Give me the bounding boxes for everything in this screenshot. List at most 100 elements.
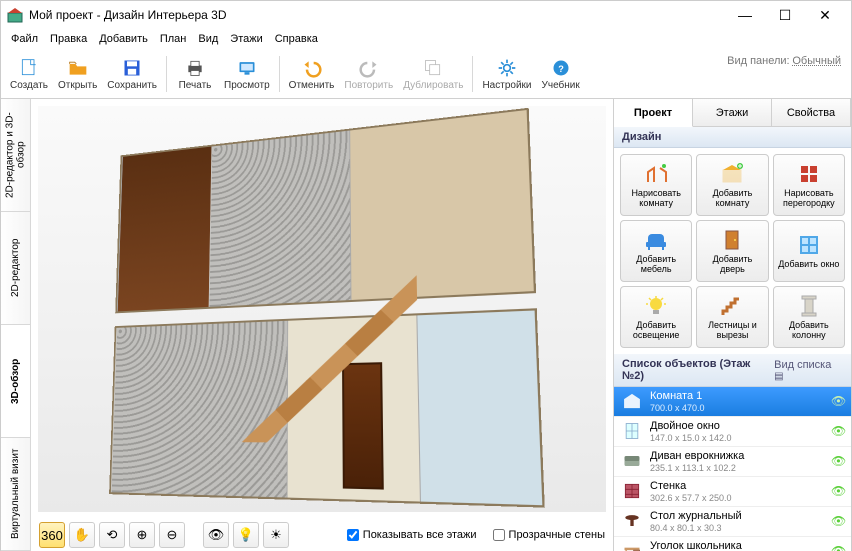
3d-canvas[interactable] xyxy=(37,105,607,513)
design-stairs-button[interactable]: Лестницы и вырезы xyxy=(696,286,768,348)
object-item-2[interactable]: Диван еврокнижка235.1 x 113.1 x 102.2 👁 xyxy=(614,447,851,477)
toolbar-create-button[interactable]: Создать xyxy=(5,52,53,96)
toolbar-help-button[interactable]: ?Учебник xyxy=(537,52,585,96)
toolbar-preview-button[interactable]: Просмотр xyxy=(219,52,275,96)
open-icon xyxy=(66,57,90,79)
object-list: Комната 1700.0 x 470.0 👁 Двойное окно147… xyxy=(614,387,851,551)
design-partition-button[interactable]: Нарисовать перегородку xyxy=(773,154,845,216)
view-panel-selector[interactable]: Вид панели: Обычный xyxy=(727,55,841,67)
view-tool-rot[interactable]: ⟲ xyxy=(99,522,125,548)
object-item-0[interactable]: Комната 1700.0 x 470.0 👁 xyxy=(614,387,851,417)
checkbox-transp[interactable]: Прозрачные стены xyxy=(493,529,605,541)
object-item-3[interactable]: Стенка302.6 x 57.7 x 250.0 👁 xyxy=(614,477,851,507)
view-tool-bulb[interactable]: 💡 xyxy=(233,522,259,548)
view-tool-sun[interactable]: ☀ xyxy=(263,522,289,548)
toolbar-undo-button[interactable]: Отменить xyxy=(284,52,340,96)
right-tabs: ПроектЭтажиСвойства xyxy=(614,99,851,127)
view-tool-eye[interactable]: 👁 xyxy=(203,522,229,548)
view-tool-pan[interactable]: ✋ xyxy=(69,522,95,548)
object-item-1[interactable]: Двойное окно147.0 x 15.0 x 142.0 👁 xyxy=(614,417,851,447)
design-section-header: Дизайн xyxy=(614,127,851,148)
titlebar: Мой проект - Дизайн Интерьера 3D — ☐ ✕ xyxy=(1,1,851,29)
furniture-icon xyxy=(642,227,670,253)
add-room-icon xyxy=(718,161,746,187)
menu-Справка[interactable]: Справка xyxy=(269,31,324,47)
design-draw-room-button[interactable]: Нарисовать комнату xyxy=(620,154,692,216)
maximize-button[interactable]: ☐ xyxy=(765,3,805,27)
light-icon xyxy=(642,293,670,319)
design-column-button[interactable]: Добавить колонну xyxy=(773,286,845,348)
menu-План[interactable]: План xyxy=(154,31,193,47)
draw-room-icon xyxy=(642,161,670,187)
design-window-button[interactable]: Добавить окно xyxy=(773,220,845,282)
window-icon xyxy=(795,232,823,258)
side-tab-2[interactable]: 2D-редактор xyxy=(1,212,30,325)
wall-unit-icon xyxy=(620,480,644,502)
partition-icon xyxy=(795,161,823,187)
table-icon xyxy=(620,510,644,532)
save-icon xyxy=(120,57,144,79)
app-icon xyxy=(7,7,23,23)
settings-icon xyxy=(495,57,519,79)
right-tab-1[interactable]: Этажи xyxy=(693,99,772,126)
print-icon xyxy=(183,57,207,79)
checkbox-allfloors[interactable]: Показывать все этажи xyxy=(347,529,477,541)
dup-icon xyxy=(421,57,445,79)
menu-Добавить[interactable]: Добавить xyxy=(93,31,154,47)
toolbar-settings-button[interactable]: Настройки xyxy=(477,52,536,96)
design-tools-grid: Нарисовать комнатуДобавить комнатуНарисо… xyxy=(614,148,851,354)
visibility-icon[interactable]: 👁 xyxy=(831,514,845,528)
menu-Вид[interactable]: Вид xyxy=(192,31,224,47)
side-tab-3[interactable]: 2D-редактор и 3D-обзор xyxy=(1,99,30,212)
objects-section-header: Список объектов (Этаж №2) Вид списка ▤ xyxy=(614,354,851,387)
object-item-4[interactable]: Стол журнальный80.4 x 80.1 x 30.3 👁 xyxy=(614,507,851,537)
visibility-icon[interactable]: 👁 xyxy=(831,394,845,408)
view-tool-zout[interactable]: ⊖ xyxy=(159,522,185,548)
design-furniture-button[interactable]: Добавить мебель xyxy=(620,220,692,282)
right-tab-2[interactable]: Свойства xyxy=(772,99,851,126)
design-light-button[interactable]: Добавить освещение xyxy=(620,286,692,348)
design-door-button[interactable]: Добавить дверь xyxy=(696,220,768,282)
toolbar-dup-button: Дублировать xyxy=(398,52,468,96)
preview-icon xyxy=(235,57,259,79)
menu-Файл[interactable]: Файл xyxy=(5,31,44,47)
close-button[interactable]: ✕ xyxy=(805,3,845,27)
menu-Этажи[interactable]: Этажи xyxy=(224,31,268,47)
minimize-button[interactable]: — xyxy=(725,3,765,27)
toolbar-redo-button: Повторить xyxy=(339,52,398,96)
visibility-icon[interactable]: 👁 xyxy=(831,424,845,438)
side-tab-1[interactable]: 3D-обзор xyxy=(1,325,30,438)
side-tabs: 2D-редактор и 3D-обзор2D-редактор3D-обзо… xyxy=(1,99,31,551)
viewport-toolbar: 360✋⟲⊕⊖ 👁💡☀ Показывать все этажи Прозрачные… xyxy=(31,519,613,551)
desk-icon xyxy=(620,540,644,551)
room-icon xyxy=(620,390,644,412)
redo-icon xyxy=(357,57,381,79)
visibility-icon[interactable]: 👁 xyxy=(831,544,845,551)
sofa-icon xyxy=(620,450,644,472)
undo-icon xyxy=(300,57,324,79)
svg-text:?: ? xyxy=(558,64,564,74)
side-tab-0[interactable]: Виртуальный визит xyxy=(1,438,30,551)
column-icon xyxy=(795,293,823,319)
view-tool-360[interactable]: 360 xyxy=(39,522,65,548)
list-view-toggle[interactable]: Вид списка ▤ xyxy=(774,359,843,382)
toolbar-open-button[interactable]: Открыть xyxy=(53,52,102,96)
menubar: ФайлПравкаДобавитьПланВидЭтажиСправка xyxy=(1,29,851,49)
window-icon xyxy=(620,420,644,442)
menu-Правка[interactable]: Правка xyxy=(44,31,93,47)
view-tool-zin[interactable]: ⊕ xyxy=(129,522,155,548)
window-title: Мой проект - Дизайн Интерьера 3D xyxy=(29,8,725,22)
visibility-icon[interactable]: 👁 xyxy=(831,454,845,468)
toolbar-save-button[interactable]: Сохранить xyxy=(102,52,162,96)
right-tab-0[interactable]: Проект xyxy=(614,99,693,127)
right-panel: ПроектЭтажиСвойства Дизайн Нарисовать ко… xyxy=(613,99,851,551)
visibility-icon[interactable]: 👁 xyxy=(831,484,845,498)
viewport: 360✋⟲⊕⊖ 👁💡☀ Показывать все этажи Прозрачные… xyxy=(31,99,613,551)
design-add-room-button[interactable]: Добавить комнату xyxy=(696,154,768,216)
door-icon xyxy=(718,227,746,253)
toolbar-print-button[interactable]: Печать xyxy=(171,52,219,96)
object-item-5[interactable]: Уголок школьника197.6 x 83.5 x 150.0 👁 xyxy=(614,537,851,551)
help-icon: ? xyxy=(549,57,573,79)
new-icon xyxy=(17,57,41,79)
main-toolbar: СоздатьОткрытьСохранитьПечатьПросмотрОтм… xyxy=(1,49,851,99)
